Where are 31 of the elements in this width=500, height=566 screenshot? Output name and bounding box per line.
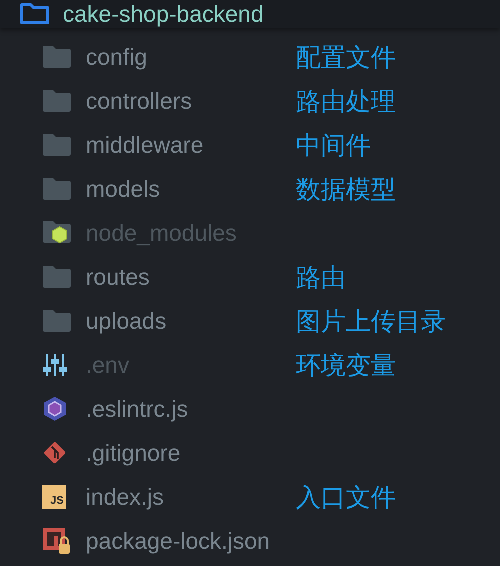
folder-label[interactable]: uploads [86, 308, 167, 334]
annotation: 路由处理 [296, 86, 396, 118]
folder-icon [42, 46, 72, 68]
annotation: 配置文件 [296, 42, 396, 74]
file-label[interactable]: package-lock.json [86, 528, 270, 554]
folder-label[interactable]: controllers [86, 88, 192, 114]
folder-label[interactable]: config [86, 44, 148, 70]
sliders-icon [42, 352, 68, 378]
file-label[interactable]: .gitignore [86, 440, 181, 466]
folder-icon [42, 178, 72, 200]
folder-icon [42, 310, 72, 332]
file-label[interactable]: index.js [86, 484, 164, 510]
annotation: 入口文件 [296, 482, 396, 514]
file-label[interactable]: .env [86, 352, 130, 378]
folder-icon [42, 90, 72, 112]
package-lock-icon [42, 527, 72, 555]
folder-icon [42, 134, 72, 156]
js-file-icon: JS [42, 485, 66, 509]
folder-label[interactable]: node_modules [86, 220, 237, 246]
folder-label[interactable]: middleware [86, 132, 204, 158]
folder-label[interactable]: routes [86, 264, 150, 290]
annotation: 中间件 [296, 130, 371, 162]
annotation: 环境变量 [296, 350, 396, 382]
annotation: 数据模型 [296, 174, 396, 206]
annotation: 图片上传目录 [296, 306, 446, 338]
folder-icon [42, 266, 72, 288]
folder-label[interactable]: models [86, 176, 160, 202]
file-label[interactable]: .eslintrc.js [86, 396, 188, 422]
hexagon-icon [42, 396, 68, 422]
folder-hexagon-icon [42, 221, 72, 245]
annotation: 路由 [296, 262, 346, 294]
